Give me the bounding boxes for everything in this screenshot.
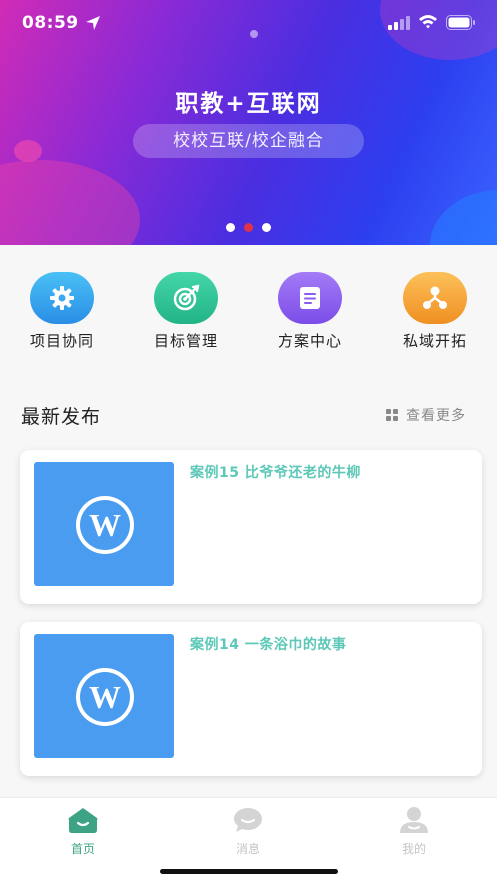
quick-item-label: 方案中心: [277, 332, 342, 350]
decorative-blob: [0, 160, 140, 245]
svg-text:W: W: [89, 507, 121, 543]
tab-label: 消息: [235, 842, 260, 856]
view-more-link[interactable]: 查看更多: [386, 405, 466, 425]
article-card[interactable]: W 案例15 比爷爷还老的牛柳: [20, 450, 482, 604]
home-indicator: [160, 869, 338, 874]
article-title: 案例14 一条浴巾的故事: [190, 637, 347, 653]
tab-label: 我的: [401, 842, 426, 856]
user-icon: [397, 806, 431, 834]
article-card[interactable]: W 案例14 一条浴巾的故事: [20, 622, 482, 776]
carousel-dot[interactable]: [226, 223, 235, 232]
article-thumbnail: W: [34, 634, 174, 758]
tab-profile[interactable]: 我的: [374, 806, 454, 857]
status-time: 08:59: [22, 13, 79, 33]
quick-item-label: 私域开拓: [402, 332, 467, 350]
tab-label: 首页: [70, 842, 95, 856]
quick-item-plan-center[interactable]: 方案中心: [260, 270, 360, 351]
quick-item-project-collab[interactable]: 项目协同: [12, 270, 112, 351]
view-more-label: 查看更多: [406, 408, 466, 424]
wordpress-logo-icon: W: [76, 496, 134, 554]
target-icon: [154, 272, 218, 324]
quick-item-label: 目标管理: [153, 332, 218, 350]
decorative-blob: [430, 190, 497, 245]
banner-carousel[interactable]: 08:59 职教+互联网 校校互联/校企融合: [0, 0, 497, 245]
banner-subtitle: 校校互联/校企融合: [133, 124, 364, 158]
carousel-dot-active[interactable]: [244, 223, 253, 232]
document-icon: [278, 272, 342, 324]
section-title: 最新发布: [21, 406, 102, 428]
grid-icon: [386, 408, 400, 422]
quick-item-private-domain[interactable]: 私域开拓: [385, 270, 485, 351]
carousel-indicator: [226, 223, 276, 233]
network-icon: [403, 272, 467, 324]
tab-home[interactable]: 首页: [43, 806, 123, 857]
decorative-blob: [14, 140, 42, 162]
wordpress-logo-icon: W: [76, 668, 134, 726]
carousel-dot[interactable]: [262, 223, 271, 232]
battery-icon: [446, 15, 475, 30]
cellular-signal-icon: [388, 16, 410, 30]
article-thumbnail: W: [34, 462, 174, 586]
gear-icon: [30, 272, 94, 324]
location-arrow-icon: [86, 16, 100, 30]
home-icon: [66, 806, 100, 834]
status-bar: 08:59: [0, 0, 497, 48]
quick-item-label: 项目协同: [29, 332, 94, 350]
banner-title: 职教+互联网: [175, 91, 322, 117]
quick-item-goal-management[interactable]: 目标管理: [136, 270, 236, 351]
article-title: 案例15 比爷爷还老的牛柳: [190, 465, 361, 481]
message-icon: [231, 806, 265, 834]
wifi-icon: [419, 15, 437, 29]
quick-menu: 项目协同 目标管理 方案中心 私域开拓: [0, 270, 497, 360]
tab-messages[interactable]: 消息: [208, 806, 288, 857]
svg-text:W: W: [89, 679, 121, 715]
